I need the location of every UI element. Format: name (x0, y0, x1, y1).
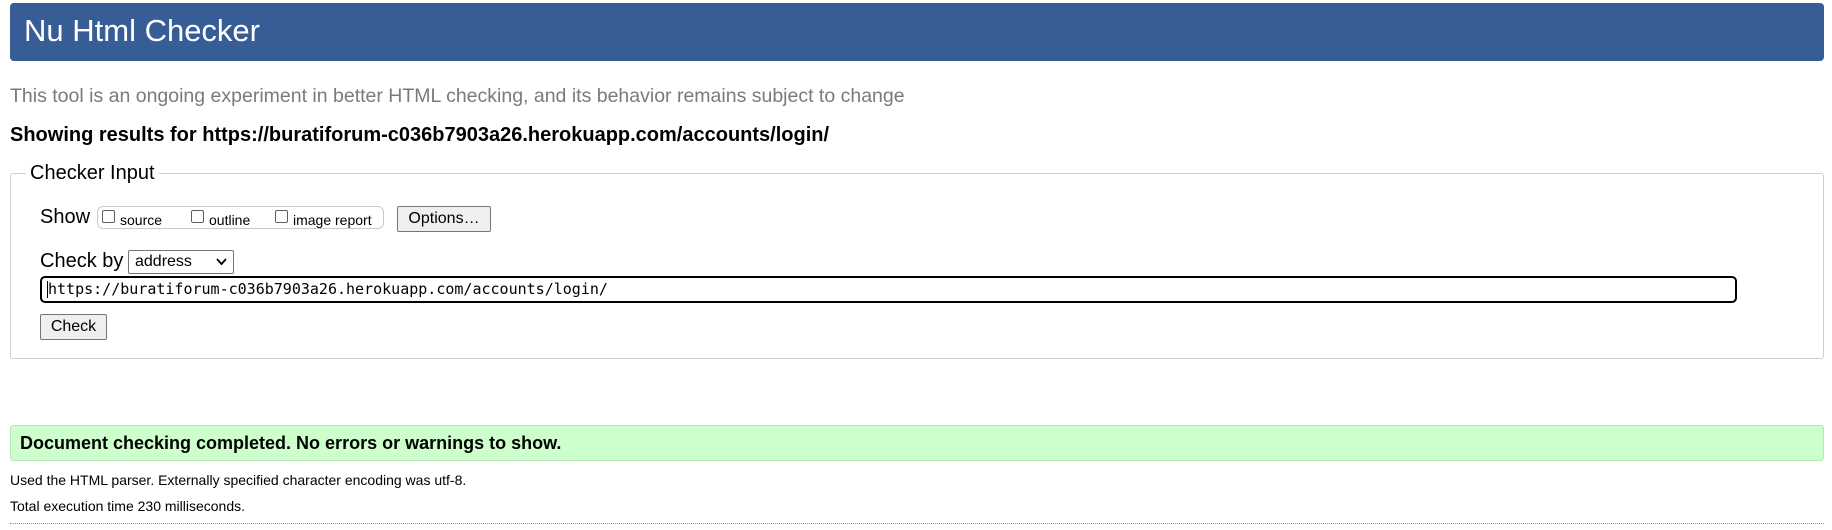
source-checkbox-label[interactable]: source (120, 212, 162, 228)
tagline: This tool is an ongoing experiment in be… (10, 85, 905, 107)
outline-checkbox[interactable] (191, 210, 204, 223)
page-title: Nu Html Checker (24, 13, 260, 48)
show-label: Show (40, 206, 91, 228)
check-button[interactable]: Check (40, 314, 107, 340)
check-by-label: Check by (40, 250, 124, 272)
checker-input-legend: Checker Input (26, 160, 159, 186)
success-message-box: Document checking completed. No errors o… (10, 425, 1824, 461)
check-by-select[interactable]: address (128, 250, 234, 274)
text-caret (47, 281, 48, 298)
divider (10, 523, 1824, 524)
image-report-checkbox[interactable] (275, 210, 288, 223)
parser-info: Used the HTML parser. Externally specifi… (10, 472, 467, 488)
checker-input-fieldset (10, 173, 1824, 359)
check-by-selected-value: address (135, 253, 192, 270)
header-banner: Nu Html Checker (10, 3, 1824, 61)
options-button[interactable]: Options… (397, 206, 491, 232)
page: Nu Html Checker This tool is an ongoing … (0, 0, 1832, 530)
image-report-checkbox-label[interactable]: image report (293, 212, 372, 228)
execution-time: Total execution time 230 milliseconds. (10, 498, 246, 514)
source-checkbox[interactable] (102, 210, 115, 223)
outline-checkbox-label[interactable]: outline (209, 212, 250, 228)
success-message: Document checking completed. No errors o… (20, 433, 562, 453)
results-heading: Showing results for https://buratiforum-… (10, 124, 830, 146)
chevron-down-icon (216, 258, 227, 266)
url-input[interactable]: https://buratiforum-c036b7903a26.herokua… (40, 276, 1737, 303)
